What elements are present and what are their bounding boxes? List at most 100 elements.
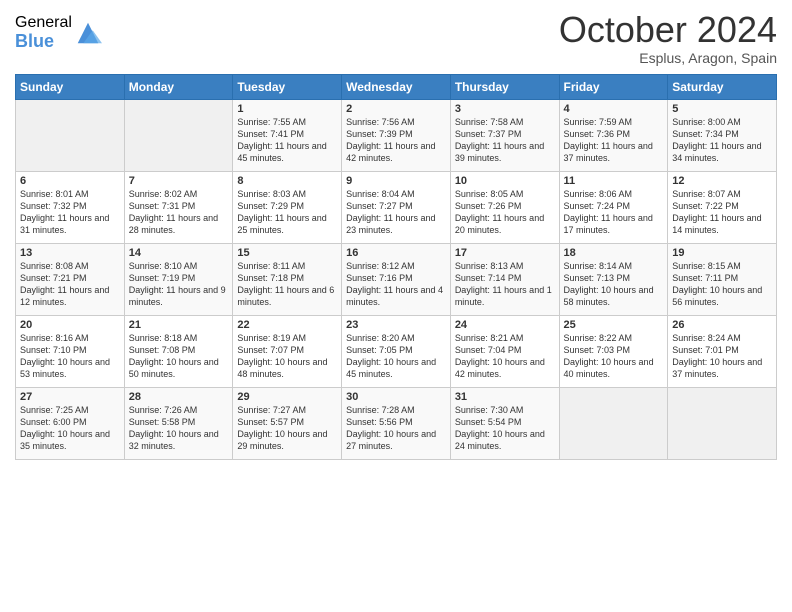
day-number: 10 — [455, 175, 555, 187]
day-info: Sunrise: 8:05 AMSunset: 7:26 PMDaylight:… — [455, 188, 555, 237]
calendar-cell: 28Sunrise: 7:26 AMSunset: 5:58 PMDayligh… — [124, 387, 233, 459]
calendar-cell: 2Sunrise: 7:56 AMSunset: 7:39 PMDaylight… — [342, 99, 451, 171]
day-info: Sunrise: 7:58 AMSunset: 7:37 PMDaylight:… — [455, 116, 555, 165]
day-info: Sunrise: 8:04 AMSunset: 7:27 PMDaylight:… — [346, 188, 446, 237]
calendar-week-1: 1Sunrise: 7:55 AMSunset: 7:41 PMDaylight… — [16, 99, 777, 171]
day-info: Sunrise: 8:08 AMSunset: 7:21 PMDaylight:… — [20, 260, 120, 309]
day-info: Sunrise: 8:11 AMSunset: 7:18 PMDaylight:… — [237, 260, 337, 309]
calendar-cell: 4Sunrise: 7:59 AMSunset: 7:36 PMDaylight… — [559, 99, 668, 171]
day-info: Sunrise: 8:06 AMSunset: 7:24 PMDaylight:… — [564, 188, 664, 237]
day-info: Sunrise: 8:07 AMSunset: 7:22 PMDaylight:… — [672, 188, 772, 237]
calendar-cell: 7Sunrise: 8:02 AMSunset: 7:31 PMDaylight… — [124, 171, 233, 243]
calendar-cell: 17Sunrise: 8:13 AMSunset: 7:14 PMDayligh… — [450, 243, 559, 315]
day-info: Sunrise: 8:19 AMSunset: 7:07 PMDaylight:… — [237, 332, 337, 381]
calendar-cell: 16Sunrise: 8:12 AMSunset: 7:16 PMDayligh… — [342, 243, 451, 315]
logo: General Blue — [15, 14, 102, 51]
col-friday: Friday — [559, 74, 668, 99]
day-number: 19 — [672, 247, 772, 259]
calendar-cell: 20Sunrise: 8:16 AMSunset: 7:10 PMDayligh… — [16, 315, 125, 387]
day-info: Sunrise: 8:10 AMSunset: 7:19 PMDaylight:… — [129, 260, 229, 309]
day-info: Sunrise: 7:30 AMSunset: 5:54 PMDaylight:… — [455, 404, 555, 453]
calendar-cell: 26Sunrise: 8:24 AMSunset: 7:01 PMDayligh… — [668, 315, 777, 387]
day-info: Sunrise: 8:15 AMSunset: 7:11 PMDaylight:… — [672, 260, 772, 309]
day-number: 9 — [346, 175, 446, 187]
day-info: Sunrise: 8:16 AMSunset: 7:10 PMDaylight:… — [20, 332, 120, 381]
day-number: 17 — [455, 247, 555, 259]
day-info: Sunrise: 8:22 AMSunset: 7:03 PMDaylight:… — [564, 332, 664, 381]
day-info: Sunrise: 8:00 AMSunset: 7:34 PMDaylight:… — [672, 116, 772, 165]
calendar-cell: 10Sunrise: 8:05 AMSunset: 7:26 PMDayligh… — [450, 171, 559, 243]
day-info: Sunrise: 8:13 AMSunset: 7:14 PMDaylight:… — [455, 260, 555, 309]
day-info: Sunrise: 8:18 AMSunset: 7:08 PMDaylight:… — [129, 332, 229, 381]
logo-icon — [74, 19, 102, 47]
page-container: General Blue October 2024 Esplus, Aragon… — [0, 0, 792, 470]
header-row: Sunday Monday Tuesday Wednesday Thursday… — [16, 74, 777, 99]
day-number: 7 — [129, 175, 229, 187]
day-number: 15 — [237, 247, 337, 259]
day-number: 11 — [564, 175, 664, 187]
calendar-cell — [124, 99, 233, 171]
day-number: 8 — [237, 175, 337, 187]
logo-blue: Blue — [15, 32, 72, 52]
calendar-cell: 27Sunrise: 7:25 AMSunset: 6:00 PMDayligh… — [16, 387, 125, 459]
month-title: October 2024 — [559, 10, 777, 50]
day-number: 2 — [346, 103, 446, 115]
day-number: 3 — [455, 103, 555, 115]
calendar-cell: 9Sunrise: 8:04 AMSunset: 7:27 PMDaylight… — [342, 171, 451, 243]
day-number: 30 — [346, 391, 446, 403]
day-number: 22 — [237, 319, 337, 331]
col-thursday: Thursday — [450, 74, 559, 99]
calendar-cell: 8Sunrise: 8:03 AMSunset: 7:29 PMDaylight… — [233, 171, 342, 243]
title-block: October 2024 Esplus, Aragon, Spain — [559, 10, 777, 66]
col-tuesday: Tuesday — [233, 74, 342, 99]
day-number: 31 — [455, 391, 555, 403]
calendar-week-3: 13Sunrise: 8:08 AMSunset: 7:21 PMDayligh… — [16, 243, 777, 315]
calendar-cell: 19Sunrise: 8:15 AMSunset: 7:11 PMDayligh… — [668, 243, 777, 315]
day-number: 12 — [672, 175, 772, 187]
calendar-cell: 30Sunrise: 7:28 AMSunset: 5:56 PMDayligh… — [342, 387, 451, 459]
day-info: Sunrise: 7:55 AMSunset: 7:41 PMDaylight:… — [237, 116, 337, 165]
calendar-cell: 15Sunrise: 8:11 AMSunset: 7:18 PMDayligh… — [233, 243, 342, 315]
col-sunday: Sunday — [16, 74, 125, 99]
day-number: 13 — [20, 247, 120, 259]
day-info: Sunrise: 7:56 AMSunset: 7:39 PMDaylight:… — [346, 116, 446, 165]
calendar-cell: 21Sunrise: 8:18 AMSunset: 7:08 PMDayligh… — [124, 315, 233, 387]
day-number: 24 — [455, 319, 555, 331]
day-number: 18 — [564, 247, 664, 259]
day-number: 14 — [129, 247, 229, 259]
col-monday: Monday — [124, 74, 233, 99]
calendar-cell: 23Sunrise: 8:20 AMSunset: 7:05 PMDayligh… — [342, 315, 451, 387]
day-info: Sunrise: 8:12 AMSunset: 7:16 PMDaylight:… — [346, 260, 446, 309]
day-number: 23 — [346, 319, 446, 331]
calendar-cell: 24Sunrise: 8:21 AMSunset: 7:04 PMDayligh… — [450, 315, 559, 387]
calendar-week-2: 6Sunrise: 8:01 AMSunset: 7:32 PMDaylight… — [16, 171, 777, 243]
day-number: 16 — [346, 247, 446, 259]
calendar-cell: 18Sunrise: 8:14 AMSunset: 7:13 PMDayligh… — [559, 243, 668, 315]
calendar-cell: 5Sunrise: 8:00 AMSunset: 7:34 PMDaylight… — [668, 99, 777, 171]
calendar-cell: 14Sunrise: 8:10 AMSunset: 7:19 PMDayligh… — [124, 243, 233, 315]
day-info: Sunrise: 7:28 AMSunset: 5:56 PMDaylight:… — [346, 404, 446, 453]
subtitle: Esplus, Aragon, Spain — [559, 50, 777, 66]
day-info: Sunrise: 8:24 AMSunset: 7:01 PMDaylight:… — [672, 332, 772, 381]
calendar-cell: 1Sunrise: 7:55 AMSunset: 7:41 PMDaylight… — [233, 99, 342, 171]
day-number: 20 — [20, 319, 120, 331]
day-info: Sunrise: 8:02 AMSunset: 7:31 PMDaylight:… — [129, 188, 229, 237]
day-number: 5 — [672, 103, 772, 115]
day-info: Sunrise: 8:01 AMSunset: 7:32 PMDaylight:… — [20, 188, 120, 237]
calendar-cell: 12Sunrise: 8:07 AMSunset: 7:22 PMDayligh… — [668, 171, 777, 243]
calendar-week-4: 20Sunrise: 8:16 AMSunset: 7:10 PMDayligh… — [16, 315, 777, 387]
day-info: Sunrise: 8:14 AMSunset: 7:13 PMDaylight:… — [564, 260, 664, 309]
calendar-cell: 11Sunrise: 8:06 AMSunset: 7:24 PMDayligh… — [559, 171, 668, 243]
calendar-cell: 22Sunrise: 8:19 AMSunset: 7:07 PMDayligh… — [233, 315, 342, 387]
day-info: Sunrise: 8:21 AMSunset: 7:04 PMDaylight:… — [455, 332, 555, 381]
day-number: 21 — [129, 319, 229, 331]
day-number: 1 — [237, 103, 337, 115]
day-info: Sunrise: 7:25 AMSunset: 6:00 PMDaylight:… — [20, 404, 120, 453]
col-saturday: Saturday — [668, 74, 777, 99]
calendar-cell — [668, 387, 777, 459]
day-info: Sunrise: 8:03 AMSunset: 7:29 PMDaylight:… — [237, 188, 337, 237]
logo-general: General — [15, 14, 72, 32]
calendar-cell — [16, 99, 125, 171]
calendar-cell: 31Sunrise: 7:30 AMSunset: 5:54 PMDayligh… — [450, 387, 559, 459]
day-number: 28 — [129, 391, 229, 403]
